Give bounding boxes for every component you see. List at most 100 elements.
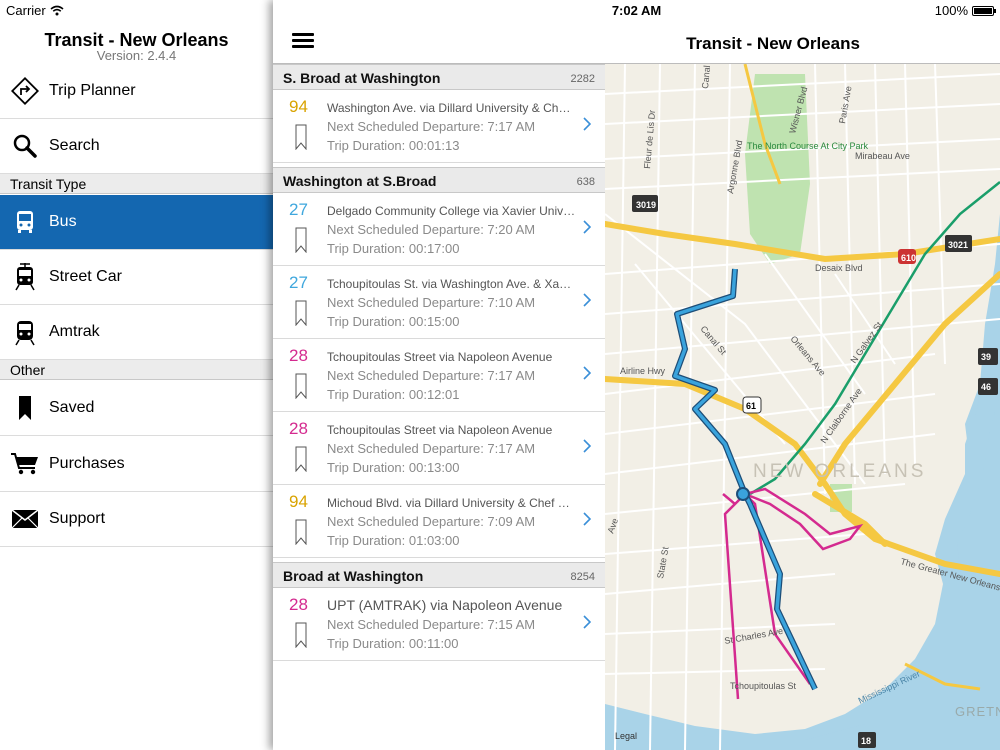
route-map[interactable]: Canal Fleur de Lis Dr Argonne Blvd Wisne… [605, 64, 1000, 750]
highway-shield: 3021 [945, 235, 972, 252]
route-destination: Delgado Community College via Xavier Uni… [327, 204, 577, 218]
route-destination: Tchoupitoulas Street via Napoleon Avenue [327, 350, 553, 364]
menu-item-label: Support [49, 510, 106, 527]
svg-text:3021: 3021 [948, 240, 968, 250]
map-street-label: Fleur de Lis Dr [642, 109, 657, 169]
route-number: 27 [289, 200, 308, 219]
bookmark-icon[interactable] [295, 446, 307, 472]
route-row[interactable]: 28 UPT (AMTRAK) via Napoleon Avenue Next… [273, 588, 605, 661]
selected-stop-marker[interactable] [736, 487, 750, 501]
map-street-label: Canal [700, 65, 712, 89]
chevron-right-icon [583, 439, 591, 453]
stop-name: S. Broad at Washington [283, 70, 441, 86]
stop-id: 8254 [570, 571, 595, 583]
menu-item-support[interactable]: Support [0, 492, 273, 547]
menu-item-purchases[interactable]: Purchases [0, 437, 273, 492]
stop-header: Broad at Washington 8254 [273, 562, 605, 588]
bookmark-icon[interactable] [295, 373, 307, 399]
route-destination: Tchoupitoulas Street via Napoleon Avenue [327, 423, 553, 437]
bookmark-icon[interactable] [295, 622, 307, 648]
train-icon [0, 318, 49, 346]
map-canvas[interactable]: Canal Fleur de Lis Dr Argonne Blvd Wisne… [605, 64, 1000, 750]
route-row[interactable]: 27 Delgado Community College via Xavier … [273, 193, 605, 266]
route-destination: Michoud Blvd. via Dillard University & C… [327, 496, 577, 510]
section-header-transit-type: Transit Type [0, 174, 273, 194]
menu-item-street-car[interactable]: Street Car [0, 250, 273, 305]
stop-route-list[interactable]: S. Broad at Washington 2282 94 Washingto… [273, 64, 605, 750]
route-duration: Trip Duration: 00:11:00 [327, 636, 459, 651]
route-destination: Tchoupitoulas St. via Washington Ave. & … [327, 277, 577, 291]
menu-item-label: Saved [49, 399, 95, 416]
bookmark-icon[interactable] [295, 124, 307, 150]
city-label: NEW ORLEANS [753, 461, 926, 482]
route-duration: Trip Duration: 01:03:00 [327, 533, 460, 548]
stop-header: Washington at S.Broad 638 [273, 167, 605, 193]
highway-shield: 46 [978, 378, 998, 395]
chevron-right-icon [583, 293, 591, 307]
route-duration: Trip Duration: 00:17:00 [327, 241, 460, 256]
route-row[interactable]: 27 Tchoupitoulas St. via Washington Ave.… [273, 266, 605, 339]
stop-name: Broad at Washington [283, 568, 424, 584]
side-menu: Carrier Transit - New Orleans Version: 2… [0, 0, 273, 750]
battery-percent: 100% [934, 3, 968, 18]
highway-shield: 3019 [632, 195, 658, 212]
route-number: 27 [289, 273, 308, 292]
route-duration: Trip Duration: 00:15:00 [327, 314, 460, 329]
map-street-label: Paris Ave [837, 85, 853, 124]
bookmark-icon[interactable] [295, 227, 307, 253]
status-battery: 100% [934, 3, 996, 18]
route-number: 28 [289, 346, 308, 365]
stop-id: 638 [576, 176, 595, 188]
chevron-right-icon [583, 117, 591, 131]
route-number: 94 [289, 492, 308, 511]
chevron-right-icon [583, 220, 591, 234]
svg-text:46: 46 [981, 382, 991, 392]
route-row[interactable]: 28 Tchoupitoulas Street via Napoleon Ave… [273, 412, 605, 485]
route-number: 28 [289, 419, 308, 438]
menu-item-label: Purchases [49, 455, 125, 472]
menu-item-trip-planner[interactable]: Trip Planner [0, 64, 273, 119]
route-number: 94 [289, 97, 308, 116]
stop-name: Washington at S.Broad [283, 173, 437, 189]
bookmark-icon [0, 395, 49, 421]
map-street-label: Mirabeau Ave [855, 151, 910, 161]
wifi-icon [50, 5, 64, 16]
route-duration: Trip Duration: 00:13:00 [327, 460, 460, 475]
battery-icon [972, 5, 996, 16]
menu-item-label: Trip Planner [49, 82, 136, 99]
svg-text:61: 61 [746, 401, 756, 411]
route-number: 28 [289, 595, 308, 614]
directions-sign-icon [0, 77, 49, 105]
map-street-label: Desaix Blvd [815, 263, 863, 273]
envelope-icon [0, 509, 49, 529]
map-street-label: N Galvez St [848, 320, 884, 365]
bookmark-icon[interactable] [295, 300, 307, 326]
bookmark-icon[interactable] [295, 519, 307, 545]
chevron-right-icon [583, 366, 591, 380]
menu-item-search[interactable]: Search [0, 119, 273, 174]
carrier-label: Carrier [6, 3, 46, 18]
route-destination: UPT (AMTRAK) via Napoleon Avenue [327, 597, 563, 613]
map-street-label: Canal St [698, 324, 728, 357]
menu-item-label: Bus [49, 213, 77, 230]
svg-text:3019: 3019 [636, 200, 656, 210]
menu-item-saved[interactable]: Saved [0, 381, 273, 436]
route-row[interactable]: 94 Washington Ave. via Dillard Universit… [273, 90, 605, 163]
map-street-label: Tchoupitoulas St [730, 681, 797, 691]
highway-shield: 610 [898, 249, 916, 264]
highway-shield: 18 [858, 732, 876, 748]
cart-icon [0, 452, 49, 476]
menu-item-amtrak[interactable]: Amtrak [0, 305, 273, 360]
route-row[interactable]: 28 Tchoupitoulas Street via Napoleon Ave… [273, 339, 605, 412]
route-departure: Next Scheduled Departure: 7:15 AM [327, 617, 536, 632]
highway-shield: 61 [742, 396, 762, 414]
map-street-label: Airline Hwy [620, 366, 666, 376]
map-legal-link[interactable]: Legal [615, 731, 637, 741]
menu-item-bus[interactable]: Bus [0, 195, 273, 250]
menu-item-label: Amtrak [49, 323, 100, 340]
status-carrier: Carrier [6, 3, 64, 18]
menu-hamburger-button[interactable] [292, 33, 314, 49]
stop-header: S. Broad at Washington 2282 [273, 64, 605, 90]
route-row[interactable]: 94 Michoud Blvd. via Dillard University … [273, 485, 605, 558]
bus-icon [0, 209, 49, 235]
